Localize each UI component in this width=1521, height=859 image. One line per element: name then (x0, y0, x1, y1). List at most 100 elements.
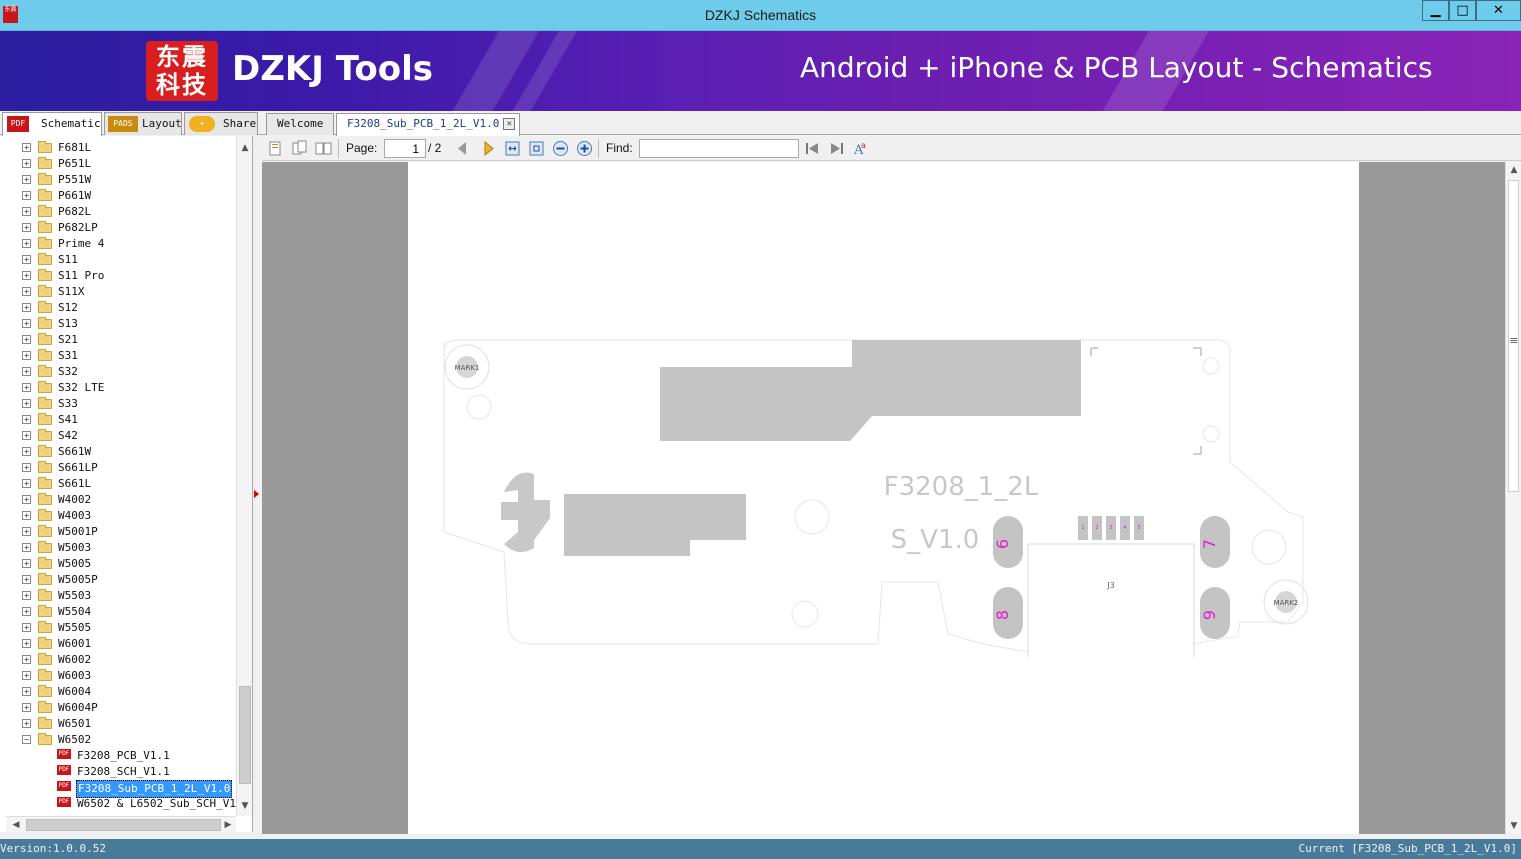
tree-folder-item[interactable]: + S32 LTE (0, 380, 236, 396)
tree-folder-item[interactable]: + W4002 (0, 492, 236, 508)
expand-icon[interactable]: + (22, 223, 31, 232)
next-page-icon[interactable] (480, 140, 497, 157)
scroll-left-icon[interactable]: ◀ (8, 817, 24, 832)
tree-folder-item[interactable]: + W5503 (0, 588, 236, 604)
minimize-button[interactable]: ▁ (1422, 0, 1449, 21)
tree-folder-item[interactable]: + P682LP (0, 220, 236, 236)
tree-file-item[interactable]: PDF W6502 & L6502_Sub_SCH_V1.0 (0, 796, 249, 812)
find-previous-icon[interactable] (804, 140, 821, 157)
match-case-icon[interactable]: Aa (852, 140, 869, 157)
maximize-button[interactable]: □ (1449, 0, 1476, 21)
tab-layout[interactable]: PADS Layout (104, 112, 182, 135)
collapse-icon[interactable]: − (22, 735, 31, 744)
expand-icon[interactable]: + (22, 255, 31, 264)
tab-share[interactable]: + Share (184, 112, 258, 135)
expand-icon[interactable]: + (22, 351, 31, 360)
scroll-thumb[interactable] (239, 686, 251, 784)
tree-folder-item[interactable]: + S42 (0, 428, 236, 444)
tree-folder-item[interactable]: + P682L (0, 204, 236, 220)
tree-folder-item[interactable]: + W6002 (0, 652, 236, 668)
scroll-down-icon[interactable]: ▼ (237, 798, 252, 814)
tree-folder-item[interactable]: + S21 (0, 332, 236, 348)
expand-icon[interactable]: + (22, 303, 31, 312)
tree-folder-item[interactable]: + Prime 4 (0, 236, 236, 252)
tree-folder-item[interactable]: + S11X (0, 284, 236, 300)
tree-folder-item[interactable]: + S41 (0, 412, 236, 428)
tree-vertical-scrollbar[interactable]: ▲ ▼ (236, 136, 252, 816)
previous-page-icon[interactable] (454, 140, 471, 157)
expand-icon[interactable]: + (22, 463, 31, 472)
tree-folder-item[interactable]: + S661W (0, 444, 236, 460)
expand-icon[interactable]: + (22, 575, 31, 584)
copy-icon[interactable] (267, 140, 284, 157)
tree-file-item[interactable]: PDF F3208_PCB_V1.1 (0, 748, 236, 764)
find-input[interactable] (639, 139, 799, 158)
tree-folder-item[interactable]: + S32 (0, 364, 236, 380)
expand-icon[interactable]: + (22, 703, 31, 712)
doc-tab-welcome[interactable]: Welcome (266, 113, 335, 135)
tab-schematic[interactable]: PDF Schematic (2, 112, 102, 136)
expand-icon[interactable]: + (22, 719, 31, 728)
tree-folder-item[interactable]: + W6004 (0, 684, 236, 700)
tree-folder-item[interactable]: + S661L (0, 476, 236, 492)
expand-icon[interactable]: + (22, 559, 31, 568)
tree-folder-item[interactable]: + W5003 (0, 540, 236, 556)
expand-icon[interactable]: + (22, 655, 31, 664)
expand-icon[interactable]: + (22, 143, 31, 152)
expand-icon[interactable]: + (22, 495, 31, 504)
tree-folder-item[interactable]: + W5001P (0, 524, 236, 540)
expand-icon[interactable]: + (22, 479, 31, 488)
find-next-icon[interactable] (828, 140, 845, 157)
fit-page-icon[interactable] (528, 140, 545, 157)
tree-folder-item[interactable]: + W6004P (0, 700, 236, 716)
tab-close-icon[interactable]: ✕ (503, 118, 516, 130)
tree-folder-item[interactable]: + S33 (0, 396, 236, 412)
expand-icon[interactable]: + (22, 319, 31, 328)
fit-width-icon[interactable] (504, 140, 521, 157)
tree-folder-item[interactable]: + S31 (0, 348, 236, 364)
expand-icon[interactable]: + (22, 415, 31, 424)
zoom-in-icon[interactable] (576, 140, 593, 157)
tree-folder-item[interactable]: + P551W (0, 172, 236, 188)
expand-icon[interactable]: + (22, 591, 31, 600)
close-button[interactable]: ✕ (1476, 0, 1521, 21)
tree-folder-item[interactable]: + W6003 (0, 668, 236, 684)
tree-horizontal-scrollbar[interactable]: ◀ ▶ (6, 816, 236, 832)
scroll-up-icon[interactable]: ▲ (1506, 162, 1521, 178)
scroll-down-icon[interactable]: ▼ (1506, 818, 1521, 834)
scroll-right-icon[interactable]: ▶ (220, 817, 236, 832)
expand-icon[interactable]: + (22, 159, 31, 168)
expand-icon[interactable]: + (22, 543, 31, 552)
expand-icon[interactable]: + (22, 607, 31, 616)
tree-folder-item[interactable]: + W5505 (0, 620, 236, 636)
viewer-vertical-scrollbar[interactable]: ▲ ≡ ▼ (1505, 162, 1521, 834)
expand-icon[interactable]: + (22, 367, 31, 376)
tree-folder-item[interactable]: + S661LP (0, 460, 236, 476)
two-page-icon[interactable] (315, 140, 332, 157)
tree-folder-item[interactable]: + W6501 (0, 716, 236, 732)
doc-tab-current[interactable]: F3208_Sub_PCB_1_2L_V1.0 ✕ (336, 113, 521, 136)
splitter-arrow-icon[interactable] (254, 490, 259, 498)
tree-file-item[interactable]: PDF F3208_SCH_V1.1 (0, 764, 236, 780)
scroll-thumb[interactable] (26, 819, 221, 831)
tree-folder-item[interactable]: − W6502 (0, 732, 236, 748)
tree-folder-item[interactable]: + S11 Pro (0, 268, 236, 284)
tree-file-item[interactable]: PDF F3208_Sub_PCB_1_2L_V1.0 (0, 780, 236, 798)
expand-icon[interactable]: + (22, 639, 31, 648)
expand-icon[interactable]: + (22, 511, 31, 520)
expand-icon[interactable]: + (22, 175, 31, 184)
expand-icon[interactable]: + (22, 687, 31, 696)
expand-icon[interactable]: + (22, 271, 31, 280)
expand-icon[interactable]: + (22, 671, 31, 680)
tree-folder-item[interactable]: + W6001 (0, 636, 236, 652)
tree-folder-item[interactable]: + W5005P (0, 572, 236, 588)
tree-folder-item[interactable]: + W5005 (0, 556, 236, 572)
tree-folder-item[interactable]: + W5504 (0, 604, 236, 620)
expand-icon[interactable]: + (22, 623, 31, 632)
tree-folder-item[interactable]: + S11 (0, 252, 236, 268)
expand-icon[interactable]: + (22, 335, 31, 344)
expand-icon[interactable]: + (22, 287, 31, 296)
expand-icon[interactable]: + (22, 447, 31, 456)
tree-folder-item[interactable]: + W4003 (0, 508, 236, 524)
page-layout-icon[interactable] (291, 140, 308, 157)
